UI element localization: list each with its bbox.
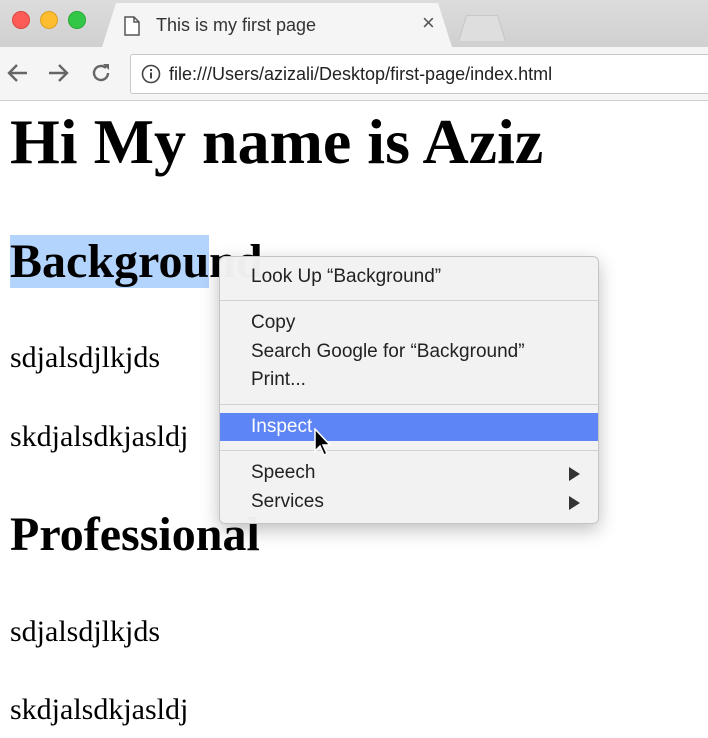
info-icon[interactable] bbox=[141, 64, 161, 89]
menu-item-label: Copy bbox=[251, 312, 296, 333]
menu-item-label: Print... bbox=[251, 369, 306, 390]
menu-item-inspect[interactable]: Inspect bbox=[220, 413, 598, 441]
menu-separator bbox=[220, 404, 598, 405]
close-icon[interactable]: × bbox=[422, 12, 435, 34]
submenu-arrow-icon bbox=[569, 467, 580, 481]
menu-item-label: Search Google for “Background” bbox=[251, 341, 525, 362]
menu-item-label: Look Up “Background” bbox=[251, 266, 442, 287]
browser-toolbar: file:///Users/azizali/Desktop/first-page… bbox=[0, 47, 708, 101]
tab-title: This is my first page bbox=[156, 15, 317, 35]
menu-item-search-google[interactable]: Search Google for “Background” bbox=[220, 338, 598, 366]
mouse-cursor-icon bbox=[314, 427, 332, 461]
paragraph: sdjalsdjlkjds bbox=[10, 615, 161, 648]
minimize-window-button[interactable] bbox=[40, 11, 58, 29]
menu-item-label: Services bbox=[251, 491, 324, 512]
submenu-arrow-icon bbox=[569, 496, 580, 510]
menu-item-print[interactable]: Print... bbox=[220, 366, 598, 394]
paragraph: sdjalsdjlkjds bbox=[10, 341, 161, 374]
selected-text: Backgrou bbox=[10, 235, 210, 288]
menu-item-speech[interactable]: Speech bbox=[220, 459, 598, 487]
menu-item-copy[interactable]: Copy bbox=[220, 309, 598, 337]
zoom-window-button[interactable] bbox=[68, 11, 86, 29]
reload-icon[interactable] bbox=[89, 61, 113, 85]
browser-tab[interactable]: This is my first page × bbox=[102, 3, 452, 47]
context-menu: Look Up “Background” Copy Search Google … bbox=[219, 256, 599, 524]
menu-item-label: Speech bbox=[251, 462, 316, 483]
menu-separator bbox=[220, 450, 598, 451]
menu-item-label: Inspect bbox=[251, 416, 313, 437]
forward-icon[interactable] bbox=[46, 61, 70, 85]
menu-item-look-up[interactable]: Look Up “Background” bbox=[220, 263, 598, 291]
close-window-button[interactable] bbox=[12, 11, 30, 29]
page-icon bbox=[124, 16, 140, 41]
new-tab-button[interactable] bbox=[458, 15, 506, 41]
back-icon[interactable] bbox=[6, 61, 30, 85]
address-bar[interactable]: file:///Users/azizali/Desktop/first-page… bbox=[130, 54, 708, 94]
paragraph: skdjalsdkjasldj bbox=[10, 693, 189, 726]
url-text: file:///Users/azizali/Desktop/first-page… bbox=[169, 64, 553, 84]
menu-separator bbox=[220, 300, 598, 301]
paragraph: skdjalsdkjasldj bbox=[10, 420, 189, 453]
page-heading: Hi My name is Aziz bbox=[10, 106, 544, 177]
tab-bar: This is my first page × bbox=[0, 0, 708, 47]
menu-item-services[interactable]: Services bbox=[220, 488, 598, 516]
